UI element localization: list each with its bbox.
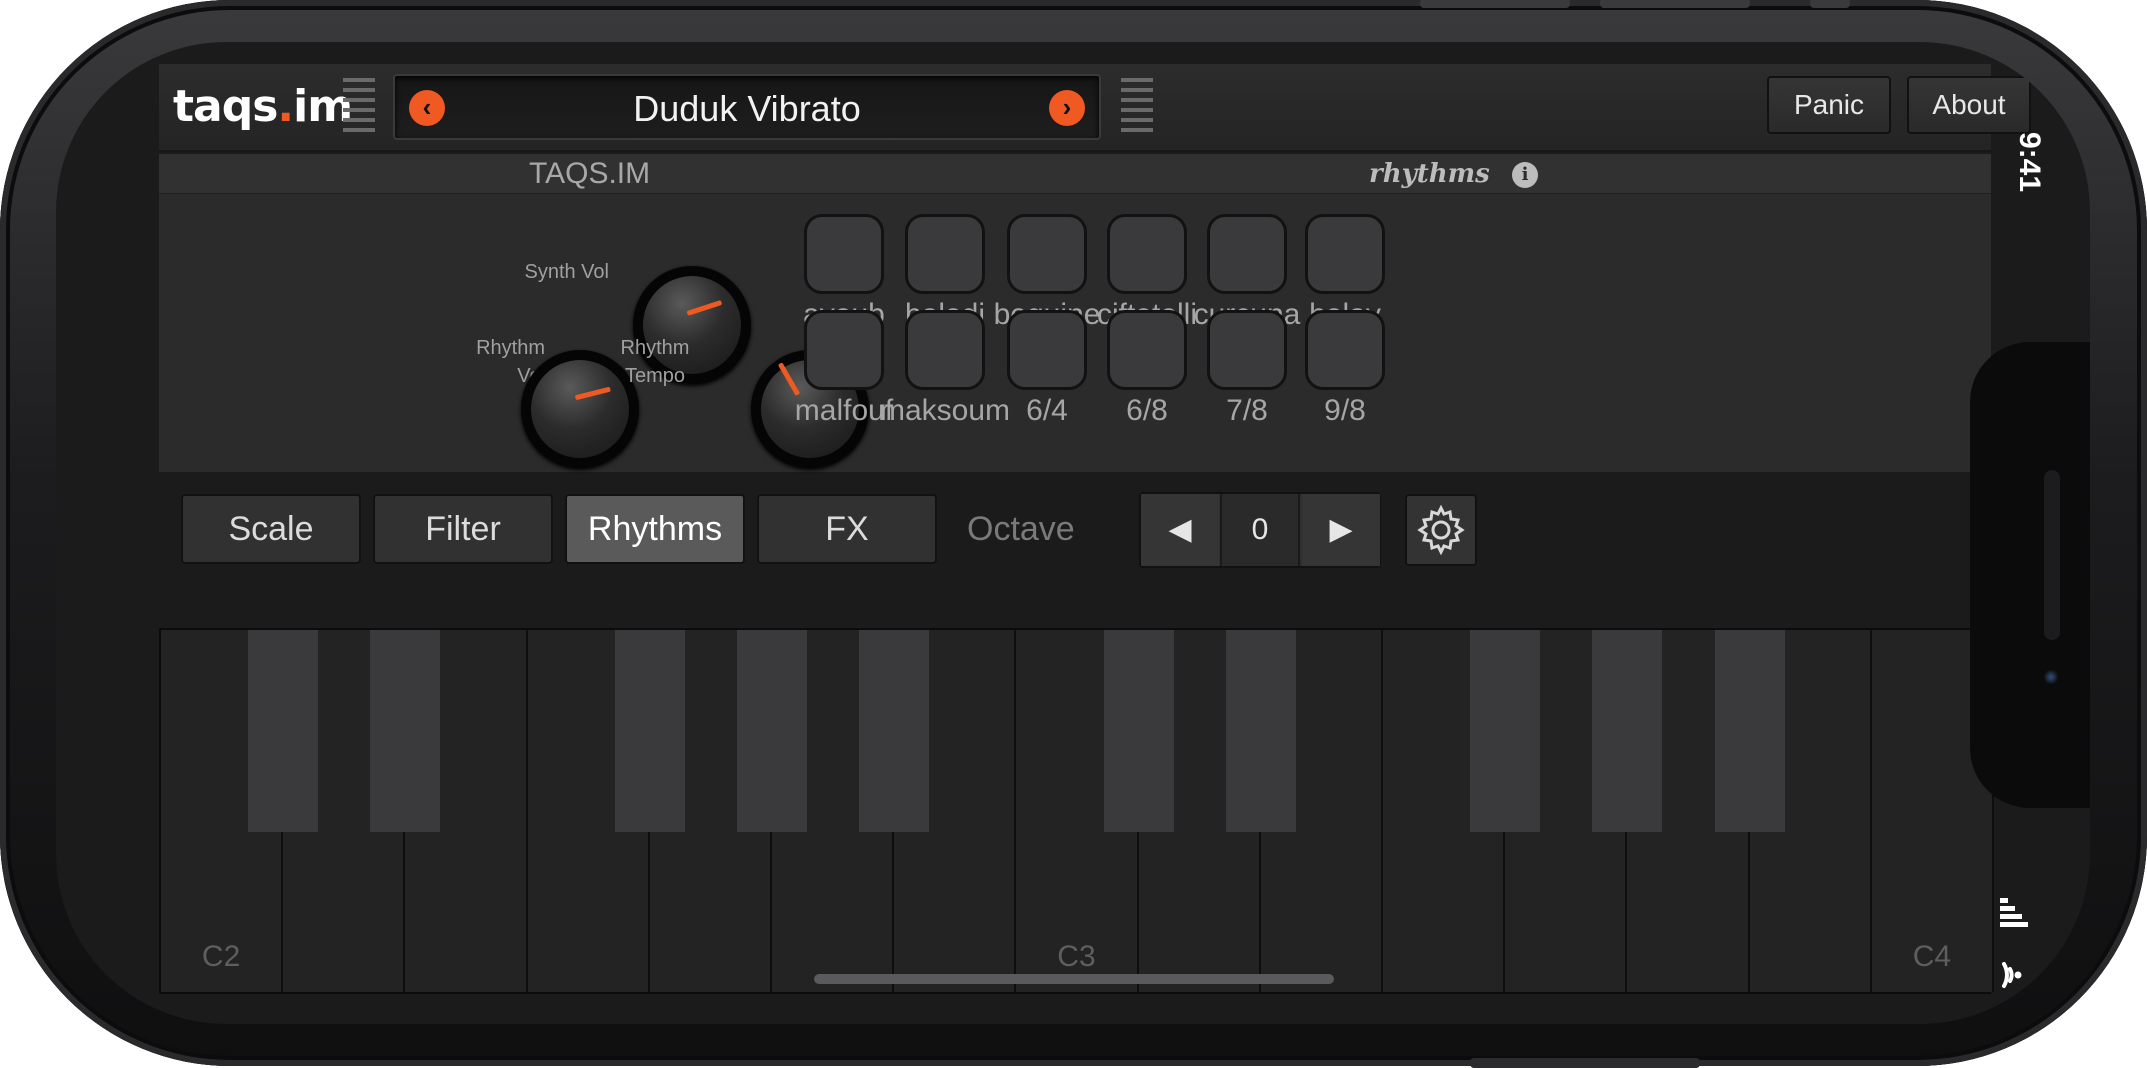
tab-scale[interactable]: Scale — [181, 494, 361, 564]
volume-button — [1600, 0, 1750, 8]
octave-down-button[interactable]: ◀ — [1141, 494, 1219, 566]
panel-header: TAQS.IM rhythms i — [159, 154, 1991, 194]
black-key[interactable] — [370, 630, 441, 832]
preset-selector[interactable]: ‹ Duduk Vibrato › — [393, 74, 1101, 140]
phone-frame: taqs.im ‹ Duduk Vibrato › Panic About TA… — [0, 0, 2147, 1068]
knob-label: Rhythm Tempo — [605, 334, 705, 390]
preset-title: Duduk Vibrato — [633, 88, 861, 129]
knob-label: Synth Vol — [459, 258, 609, 286]
panic-button[interactable]: Panic — [1767, 76, 1891, 134]
logo-dot: . — [277, 81, 294, 132]
knob-label-line: Vol — [395, 362, 545, 390]
octave-stepper: ◀ 0 ▶ — [1139, 492, 1381, 568]
logo-text: taqs — [173, 81, 278, 132]
tab-filter[interactable]: Filter — [373, 494, 553, 564]
side-button — [1470, 1058, 1700, 1068]
screen: taqs.im ‹ Duduk Vibrato › Panic About TA… — [56, 42, 2090, 1024]
black-key[interactable] — [1714, 630, 1785, 832]
rhythms-panel: TAQS.IM rhythms i Synth Vol Rhythm Vol — [159, 154, 1991, 472]
rhythm-pad[interactable] — [1305, 310, 1385, 390]
knob-label: Rhythm Vol — [395, 334, 545, 390]
rhythm-pad[interactable] — [905, 214, 985, 294]
knob-label-line: Synth Vol — [524, 261, 609, 283]
speaker-grille — [2044, 470, 2060, 640]
piano-keyboard: C2 C3 C4 — [159, 628, 1994, 994]
rhythm-pad[interactable] — [905, 310, 985, 390]
octave-up-button[interactable]: ▶ — [1302, 494, 1380, 566]
power-button — [1810, 0, 1850, 8]
rhythms-title: rhythms — [1369, 159, 1490, 189]
tab-rhythms[interactable]: Rhythms — [565, 494, 745, 564]
black-key[interactable] — [1592, 630, 1663, 832]
key-label: C2 — [201, 940, 241, 973]
section-title: TAQS.IM — [529, 157, 651, 190]
grip-left-icon — [343, 78, 375, 138]
octave-label: Octave — [967, 510, 1075, 548]
rhythm-pad[interactable] — [1007, 310, 1087, 390]
black-key[interactable] — [614, 630, 685, 832]
rhythm-pad[interactable] — [804, 310, 884, 390]
rhythm-pad[interactable] — [804, 214, 884, 294]
about-button[interactable]: About — [1907, 76, 2031, 134]
rhythm-pad[interactable] — [1107, 310, 1187, 390]
rhythm-pad[interactable] — [1207, 310, 1287, 390]
toolbar: Scale Filter Rhythms FX Octave ◀ 0 ▶ — [159, 472, 1991, 592]
taqsim-logo: taqs.im — [173, 81, 353, 132]
knob-label-line: Rhythm — [476, 337, 545, 359]
black-key[interactable] — [1225, 630, 1296, 832]
black-key[interactable] — [859, 630, 930, 832]
battery-icon — [1998, 1012, 2028, 1024]
tab-fx[interactable]: FX — [757, 494, 937, 564]
rhythm-pad[interactable] — [1007, 214, 1087, 294]
black-key[interactable] — [1103, 630, 1174, 832]
chevron-right-icon[interactable]: › — [1049, 90, 1085, 126]
app-header: taqs.im ‹ Duduk Vibrato › Panic About — [159, 64, 2031, 152]
grip-right-icon — [1121, 78, 1153, 138]
knob-label-line: Rhythm — [620, 337, 690, 359]
key-label: C3 — [1057, 940, 1096, 973]
sensor-notch — [1970, 342, 2090, 808]
knob-label-line: Tempo — [624, 365, 686, 387]
signal-bars-icon — [2000, 898, 2028, 927]
rhythm-pad[interactable] — [1207, 214, 1287, 294]
black-key[interactable] — [1470, 630, 1541, 832]
black-key[interactable] — [248, 630, 319, 832]
gear-icon — [1417, 504, 1465, 556]
settings-button[interactable] — [1405, 494, 1477, 566]
camera-icon — [2044, 670, 2058, 684]
rhythm-pad[interactable] — [1107, 214, 1187, 294]
black-key[interactable] — [737, 630, 807, 832]
home-indicator[interactable] — [814, 974, 1334, 984]
octave-value: 0 — [1220, 494, 1300, 566]
wifi-icon — [2002, 962, 2022, 988]
chevron-left-icon[interactable]: ‹ — [409, 90, 445, 126]
status-time: 9:41 — [2013, 132, 2046, 193]
rhythm-pad[interactable] — [1305, 214, 1385, 294]
taqsim-app: taqs.im ‹ Duduk Vibrato › Panic About TA… — [159, 64, 2031, 994]
volume-button — [1420, 0, 1570, 8]
key-label: C4 — [1912, 940, 1952, 973]
info-icon[interactable]: i — [1512, 162, 1538, 188]
rhythm-pad-label: 9/8 — [1324, 394, 1366, 427]
